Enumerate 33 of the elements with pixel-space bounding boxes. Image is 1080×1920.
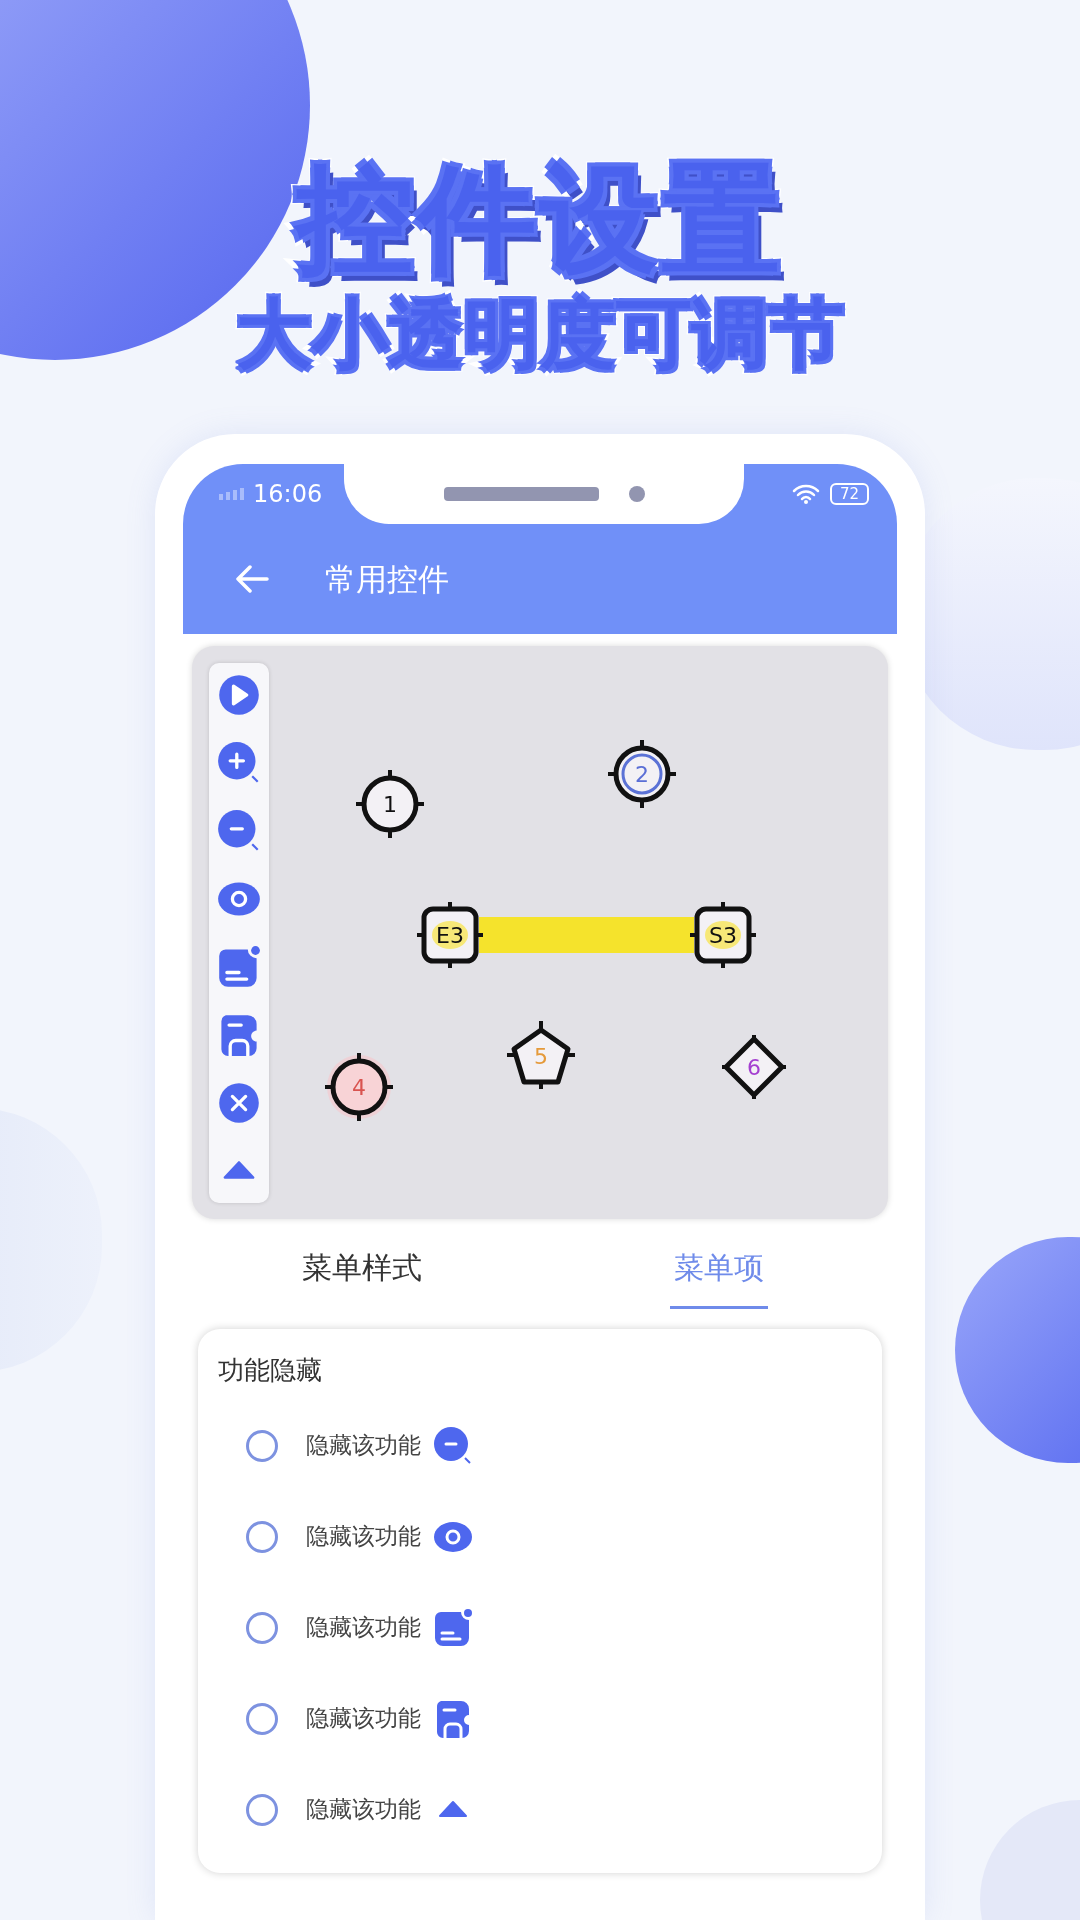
option-label: 隐藏该功能: [306, 1704, 421, 1734]
wifi-icon: [791, 483, 820, 505]
toolbar-button[interactable]: [217, 673, 261, 717]
zoom-out-icon: [217, 809, 261, 853]
note-icon: [433, 1607, 473, 1648]
signal-icon: [219, 488, 245, 500]
back-arrow-icon[interactable]: [235, 565, 269, 593]
battery-indicator: 72: [829, 483, 869, 505]
close-icon: [217, 1081, 261, 1125]
toolbar-button[interactable]: [217, 1081, 261, 1125]
radio-button[interactable]: [246, 1793, 278, 1826]
zoom-out-icon: [433, 1425, 473, 1466]
screen-title: 常用控件: [325, 559, 449, 599]
card-title: 功能隐藏: [218, 1354, 323, 1387]
status-time: 16:06: [253, 479, 323, 510]
toolbar-button[interactable]: [217, 741, 261, 785]
toolbar-button[interactable]: [217, 809, 261, 853]
target-marker[interactable]: 6: [720, 1033, 788, 1101]
toolbar-button[interactable]: [217, 945, 261, 989]
play-icon: [217, 673, 261, 717]
radio-button[interactable]: [246, 1702, 278, 1735]
radio-button[interactable]: [246, 1611, 278, 1644]
option-label: 隐藏该功能: [306, 1431, 421, 1461]
option-label: 隐藏该功能: [306, 1522, 421, 1552]
subheadline: 大小透明度可调节: [236, 296, 844, 372]
option-label: 隐藏该功能: [306, 1795, 421, 1825]
menu-tab[interactable]: 菜单样式: [297, 1229, 426, 1309]
option-label: 隐藏该功能: [306, 1613, 421, 1643]
radio-button[interactable]: [246, 1520, 278, 1553]
note-icon: [217, 945, 261, 989]
zoom-in-icon: [217, 741, 261, 785]
menu-tab[interactable]: 菜单项: [669, 1229, 768, 1309]
radio-button[interactable]: [246, 1429, 278, 1462]
